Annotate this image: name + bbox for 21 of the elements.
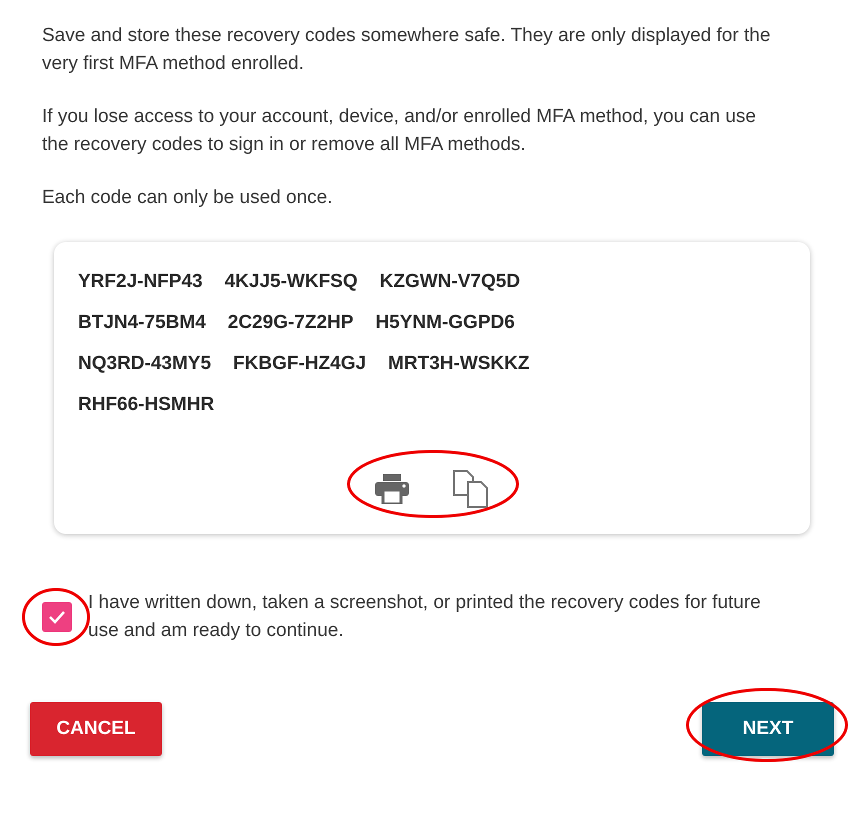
recovery-code: BTJN4-75BM4	[78, 312, 206, 334]
print-icon[interactable]	[375, 474, 409, 504]
recovery-code: MRT3H-WSKKZ	[388, 352, 530, 374]
annotation-ellipse	[22, 588, 90, 646]
instruction-text: If you lose access to your account, device, and/or enrolled MFA method, you can use the recovery codes to sign in or remove all MFA methods.	[42, 105, 757, 157]
recovery-code: RHF66-HSMHR	[78, 394, 214, 416]
recovery-code: NQ3RD-43MY5	[78, 352, 212, 374]
confirm-label: I have written down, taken a screenshot, or printed the recovery codes for future use and am ready to continue.	[88, 591, 762, 643]
recovery-code: YRF2J-NFP43	[78, 270, 203, 292]
next-button[interactable]: NEXT	[702, 702, 834, 756]
checkmark-icon	[48, 610, 66, 624]
instruction-text: Save and store these recovery codes somewhere safe. They are only displayed for the very first MFA method enrolled.	[42, 24, 772, 76]
recovery-code: H5YNM-GGPD6	[375, 312, 515, 334]
copy-icon[interactable]	[453, 470, 489, 508]
recovery-code: 2C29G-7Z2HP	[228, 312, 354, 334]
instruction-text: Each code can only be used once.	[42, 186, 334, 210]
recovery-code: FKBGF-HZ4GJ	[233, 352, 366, 374]
recovery-code: 4KJJ5-WKFSQ	[224, 270, 358, 292]
recovery-code: KZGWN-V7Q5D	[380, 270, 520, 292]
cancel-button[interactable]: CANCEL	[30, 702, 162, 756]
confirm-checkbox[interactable]	[42, 602, 72, 632]
